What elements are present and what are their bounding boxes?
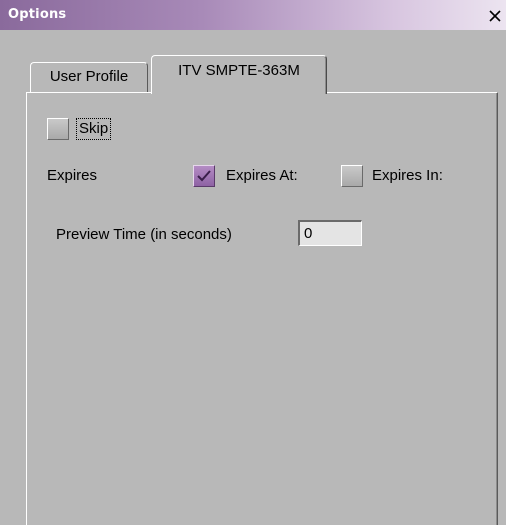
close-icon — [487, 8, 503, 24]
skip-checkbox[interactable] — [47, 118, 69, 140]
tab-panel — [26, 92, 498, 525]
title-bar[interactable]: Options — [0, 0, 506, 30]
tab-itv-smpte-363m[interactable]: ITV SMPTE-363M — [151, 55, 327, 94]
close-button[interactable] — [487, 8, 503, 24]
skip-label[interactable]: Skip — [75, 118, 112, 140]
preview-time-input[interactable] — [298, 220, 362, 246]
preview-time-label: Preview Time (in seconds) — [56, 226, 232, 243]
expires-in-label[interactable]: Expires In: — [372, 167, 443, 185]
expires-at-label[interactable]: Expires At: — [226, 167, 298, 185]
expires-in-checkbox[interactable] — [341, 165, 363, 187]
expires-at-checkbox[interactable] — [193, 165, 215, 187]
tab-itv-smpte-363m-label: ITV SMPTE-363M — [178, 62, 300, 79]
expires-label: Expires — [47, 167, 98, 184]
tab-user-profile[interactable]: User Profile — [30, 62, 148, 92]
tab-user-profile-label: User Profile — [49, 68, 129, 85]
checkmark-icon — [197, 170, 211, 182]
options-dialog: Options User Profile ITV SMPTE-363M Skip… — [0, 0, 506, 525]
window-title: Options — [8, 7, 67, 22]
